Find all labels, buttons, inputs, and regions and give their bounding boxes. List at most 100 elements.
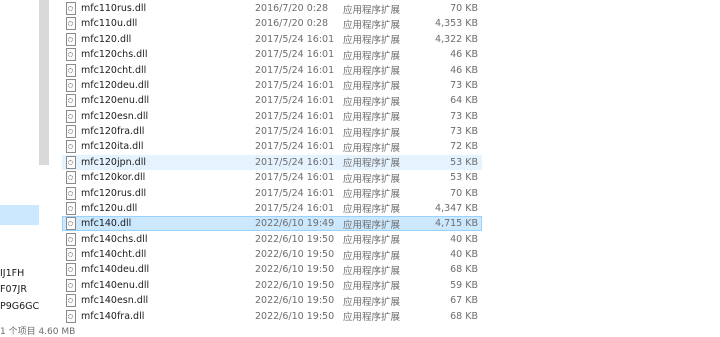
file-size: 40 KB: [450, 233, 478, 245]
dll-file-icon: [66, 232, 76, 246]
file-name: mfc120deu.dll: [81, 79, 150, 91]
file-row[interactable]: mfc110rus.dll 2016/7/20 0:28 应用程序扩展 70 KB: [62, 1, 482, 16]
file-date-modified: 2016/7/20 0:28: [255, 18, 329, 30]
file-date-modified: 2017/5/24 16:01: [255, 95, 335, 107]
file-row[interactable]: mfc120esn.dll 2017/5/24 16:01 应用程序扩展 73 KB: [62, 109, 482, 124]
dll-file-icon: [66, 17, 76, 31]
dll-file-icon: [66, 309, 76, 323]
file-row[interactable]: mfc120.dll 2017/5/24 16:01 应用程序扩展 4,322 KB: [62, 32, 482, 47]
file-type: 应用程序扩展: [343, 96, 401, 108]
file-size: 73 KB: [450, 79, 478, 91]
file-row[interactable]: mfc120chs.dll 2017/5/24 16:01 应用程序扩展 46 KB: [62, 47, 482, 62]
file-name: mfc120esn.dll: [81, 110, 149, 122]
file-row[interactable]: mfc140esn.dll 2022/6/10 19:50 应用程序扩展 67 KB: [62, 293, 482, 308]
file-date-modified: 2017/5/24 16:01: [255, 126, 335, 138]
file-name: mfc140cht.dll: [81, 249, 147, 261]
file-type: 应用程序扩展: [343, 250, 401, 262]
nav-selected-item[interactable]: [0, 205, 39, 225]
file-name: mfc110rus.dll: [81, 3, 147, 14]
file-type: 应用程序扩展: [343, 81, 401, 93]
dll-file-icon: [66, 171, 76, 185]
file-date-modified: 2022/6/10 19:50: [255, 279, 335, 291]
file-row[interactable]: mfc140fra.dll 2022/6/10 19:50 应用程序扩展 68 KB: [62, 309, 482, 324]
file-row[interactable]: mfc140cht.dll 2022/6/10 19:50 应用程序扩展 40 KB: [62, 247, 482, 262]
file-size: 53 KB: [450, 172, 478, 184]
dll-file-icon: [66, 63, 76, 77]
file-name: mfc120rus.dll: [81, 187, 147, 199]
file-date-modified: 2017/5/24 16:01: [255, 172, 335, 184]
file-size: 68 KB: [450, 264, 478, 276]
file-type: 应用程序扩展: [343, 35, 401, 47]
file-size: 46 KB: [450, 64, 478, 76]
file-name: mfc120kor.dll: [81, 172, 146, 184]
file-type: 应用程序扩展: [343, 204, 401, 216]
file-name: mfc120.dll: [81, 33, 132, 45]
file-name: mfc140enu.dll: [81, 279, 150, 291]
file-row[interactable]: mfc120rus.dll 2017/5/24 16:01 应用程序扩展 70 KB: [62, 186, 482, 201]
file-type: 应用程序扩展: [343, 19, 401, 31]
file-name: mfc140fra.dll: [81, 310, 145, 322]
file-date-modified: 2017/5/24 16:01: [255, 187, 335, 199]
file-date-modified: 2022/6/10 19:50: [255, 310, 335, 322]
dll-file-icon: [66, 125, 76, 139]
file-type: 应用程序扩展: [343, 158, 401, 170]
dll-file-icon: [66, 186, 76, 200]
file-row[interactable]: mfc140enu.dll 2022/6/10 19:50 应用程序扩展 59 KB: [62, 278, 482, 293]
file-row[interactable]: mfc120deu.dll 2017/5/24 16:01 应用程序扩展 73 KB: [62, 78, 482, 93]
file-row[interactable]: mfc110u.dll 2016/7/20 0:28 应用程序扩展 4,353 KB: [62, 16, 482, 31]
file-name: mfc120chs.dll: [81, 49, 148, 61]
file-size: 59 KB: [450, 279, 478, 291]
file-type: 应用程序扩展: [343, 173, 401, 185]
file-name: mfc120enu.dll: [81, 95, 150, 107]
file-date-modified: 2022/6/10 19:50: [255, 264, 335, 276]
dll-file-icon: [66, 263, 76, 277]
nav-item[interactable]: P9G6GC: [0, 301, 39, 312]
file-date-modified: 2017/5/24 16:01: [255, 141, 335, 153]
file-date-modified: 2017/5/24 16:01: [255, 79, 335, 91]
file-date-modified: 2017/5/24 16:01: [255, 33, 335, 45]
file-name: mfc140.dll: [81, 218, 132, 230]
file-type: 应用程序扩展: [343, 189, 401, 201]
dll-file-icon: [66, 109, 76, 123]
file-date-modified: 2022/6/10 19:50: [255, 249, 335, 261]
file-row[interactable]: mfc120kor.dll 2017/5/24 16:01 应用程序扩展 53 KB: [62, 170, 482, 185]
file-row[interactable]: mfc120cht.dll 2017/5/24 16:01 应用程序扩展 46 KB: [62, 63, 482, 78]
file-size: 73 KB: [450, 126, 478, 138]
nav-item[interactable]: F07JR: [0, 284, 39, 295]
file-date-modified: 2017/5/24 16:01: [255, 49, 335, 61]
file-size: 4,347 KB: [435, 202, 478, 214]
file-row[interactable]: mfc140deu.dll 2022/6/10 19:50 应用程序扩展 68 KB: [62, 262, 482, 277]
file-row[interactable]: mfc120fra.dll 2017/5/24 16:01 应用程序扩展 73 KB: [62, 124, 482, 139]
file-name: mfc120cht.dll: [81, 64, 147, 76]
file-row[interactable]: mfc120u.dll 2017/5/24 16:01 应用程序扩展 4,347 KB: [62, 201, 482, 216]
file-size: 46 KB: [450, 49, 478, 61]
nav-scrollbar-thumb[interactable]: [39, 0, 49, 165]
dll-file-icon: [66, 278, 76, 292]
file-size: 4,715 KB: [435, 218, 478, 230]
file-row[interactable]: mfc120ita.dll 2017/5/24 16:01 应用程序扩展 72 KB: [62, 139, 482, 154]
file-date-modified: 2022/6/10 19:50: [255, 233, 335, 245]
file-size: 70 KB: [450, 187, 478, 199]
file-size: 53 KB: [450, 156, 478, 168]
file-row[interactable]: mfc140chs.dll 2022/6/10 19:50 应用程序扩展 40 KB: [62, 232, 482, 247]
nav-item[interactable]: IJ1FH: [0, 268, 39, 279]
file-row[interactable]: mfc120enu.dll 2017/5/24 16:01 应用程序扩展 64 KB: [62, 93, 482, 108]
file-type: 应用程序扩展: [343, 312, 401, 324]
file-size: 73 KB: [450, 110, 478, 122]
file-type: 应用程序扩展: [343, 50, 401, 62]
dll-file-icon: [66, 78, 76, 92]
file-row[interactable]: mfc120jpn.dll 2017/5/24 16:01 应用程序扩展 53 KB: [62, 154, 482, 170]
dll-file-icon: [66, 294, 76, 308]
file-name: mfc120fra.dll: [81, 126, 145, 138]
file-name: mfc140chs.dll: [81, 233, 148, 245]
file-type: 应用程序扩展: [343, 127, 401, 139]
file-type: 应用程序扩展: [343, 219, 401, 231]
file-type: 应用程序扩展: [343, 281, 401, 293]
file-name: mfc110u.dll: [81, 18, 138, 30]
file-size: 4,353 KB: [435, 18, 478, 30]
file-name: mfc140deu.dll: [81, 264, 150, 276]
file-row[interactable]: mfc140.dll 2022/6/10 19:49 应用程序扩展 4,715 KB: [62, 216, 482, 232]
dll-file-icon: [66, 155, 76, 169]
file-size: 64 KB: [450, 95, 478, 107]
file-size: 4,322 KB: [435, 33, 478, 45]
